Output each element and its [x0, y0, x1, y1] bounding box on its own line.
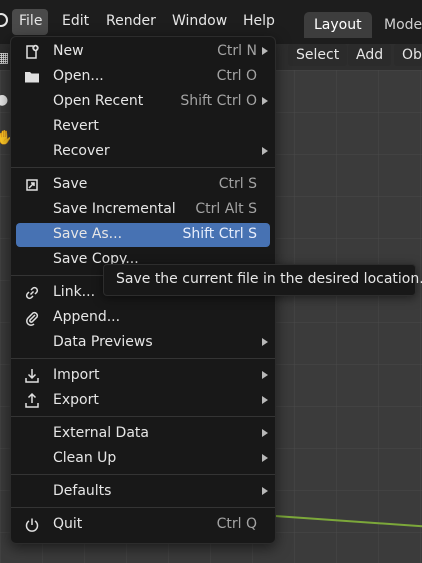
submenu-arrow-icon	[262, 47, 268, 55]
menu-item-quit[interactable]: Quit Ctrl Q	[11, 513, 275, 537]
submenu-arrow-icon	[262, 371, 268, 379]
submenu-arrow-icon	[262, 97, 268, 105]
submenu-arrow-icon	[262, 396, 268, 404]
submenu-arrow-icon	[262, 147, 268, 155]
menu-help[interactable]: Help	[243, 13, 275, 29]
import-icon	[25, 369, 39, 383]
checker-icon[interactable]: ▦	[0, 50, 10, 66]
submenu-arrow-icon	[262, 487, 268, 495]
menu-separator	[11, 416, 275, 417]
hand-icon[interactable]: ✋	[0, 130, 13, 146]
submenu-arrow-icon	[262, 454, 268, 462]
menu-item-recover[interactable]: Recover	[11, 140, 275, 164]
menu-item-open-recent[interactable]: Open Recent Shift Ctrl O	[11, 90, 275, 114]
menu-separator	[11, 358, 275, 359]
submenu-arrow-icon	[262, 429, 268, 437]
menu-separator	[11, 507, 275, 508]
tooltip-text: Save the current file in the desired loc…	[116, 271, 422, 287]
menu-item-append[interactable]: Append...	[11, 306, 275, 330]
menu-item-import[interactable]: Import	[11, 364, 275, 388]
tooltip: Save the current file in the desired loc…	[103, 264, 422, 296]
link-icon	[25, 286, 39, 300]
menu-render[interactable]: Render	[106, 13, 156, 29]
menu-item-defaults[interactable]: Defaults	[11, 480, 275, 504]
menu-window[interactable]: Window	[172, 13, 227, 29]
object-menu-button[interactable]: Ob	[394, 44, 422, 66]
select-menu-button[interactable]: Select	[288, 44, 348, 66]
tab-modeling[interactable]: Model	[374, 12, 422, 38]
blender-logo-icon[interactable]	[0, 13, 8, 27]
menu-item-export[interactable]: Export	[11, 389, 275, 413]
export-icon	[25, 392, 39, 408]
menu-item-open[interactable]: Open... Ctrl O	[11, 65, 275, 89]
paperclip-icon	[26, 311, 39, 326]
menu-edit[interactable]: Edit	[62, 13, 89, 29]
menu-item-revert[interactable]: Revert	[11, 115, 275, 139]
folder-icon	[25, 72, 39, 83]
new-file-icon	[26, 44, 39, 59]
menu-item-save-as[interactable]: Save As... Shift Ctrl S	[16, 223, 270, 247]
menu-item-save[interactable]: Save Ctrl S	[11, 173, 275, 197]
zoom-icon[interactable]: ●	[0, 92, 10, 108]
submenu-arrow-icon	[262, 338, 268, 346]
menu-item-clean-up[interactable]: Clean Up	[11, 447, 275, 471]
menu-item-new[interactable]: New Ctrl N	[11, 40, 275, 64]
save-icon	[26, 179, 38, 191]
menu-file[interactable]: File	[19, 13, 42, 29]
menu-item-data-previews[interactable]: Data Previews	[11, 331, 275, 355]
menu-separator	[11, 167, 275, 168]
tab-layout[interactable]: Layout	[304, 12, 372, 38]
power-icon	[25, 518, 39, 532]
add-menu-button[interactable]: Add	[348, 44, 392, 66]
menu-separator	[11, 474, 275, 475]
menu-item-save-incremental[interactable]: Save Incremental Ctrl Alt S	[11, 198, 275, 222]
menu-item-external-data[interactable]: External Data	[11, 422, 275, 446]
